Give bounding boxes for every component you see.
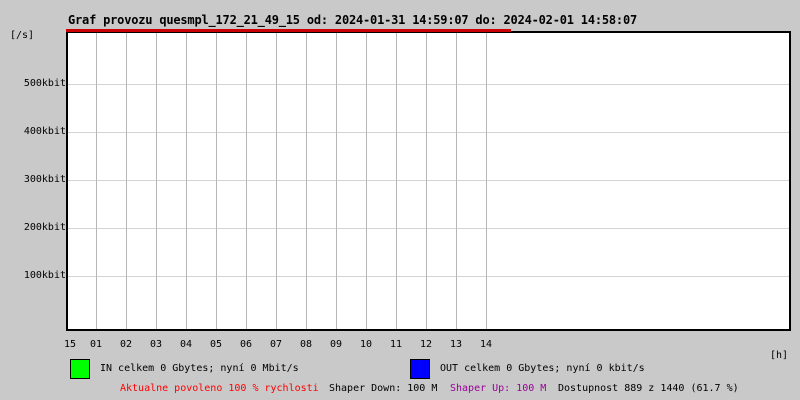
chart-title: Graf provozu quesmpl_172_21_49_15 od: 20… — [68, 13, 637, 27]
y-tick-label: 500kbit — [23, 78, 66, 89]
x-tick-label: 03 — [149, 339, 163, 350]
availability-bar — [66, 29, 511, 32]
v-gridline — [486, 33, 487, 329]
x-tick-label: 06 — [239, 339, 253, 350]
shaper-up-label: Shaper Up: 100 M — [450, 383, 547, 394]
h-gridline — [68, 132, 789, 133]
v-gridline — [96, 33, 97, 329]
shaper-down-label: Shaper Down: 100 M — [329, 383, 438, 394]
v-gridline — [276, 33, 277, 329]
x-tick-label: 04 — [179, 339, 193, 350]
h-gridline — [68, 276, 789, 277]
x-axis-unit-label: [h] — [769, 350, 788, 361]
h-gridline — [68, 180, 789, 181]
y-tick-label: 400kbit — [23, 126, 66, 137]
x-tick-label: 15 — [63, 339, 77, 350]
x-tick-label: 05 — [209, 339, 223, 350]
x-tick-label: 07 — [269, 339, 283, 350]
v-gridline — [396, 33, 397, 329]
x-tick-label: 08 — [299, 339, 313, 350]
h-gridline — [68, 228, 789, 229]
availability-label: Dostupnost 889 z 1440 (61.7 %) — [558, 383, 739, 394]
v-gridline — [456, 33, 457, 329]
plot-area — [66, 31, 791, 331]
x-tick-label: 10 — [359, 339, 373, 350]
x-tick-label: 12 — [419, 339, 433, 350]
v-gridline — [306, 33, 307, 329]
v-gridline — [336, 33, 337, 329]
h-gridline — [68, 84, 789, 85]
x-tick-label: 11 — [389, 339, 403, 350]
x-tick-label: 01 — [89, 339, 103, 350]
allowed-speed-label: Aktualne povoleno 100 % rychlosti — [120, 383, 319, 394]
y-tick-label: 300kbit — [23, 174, 66, 185]
y-tick-label: 100kbit — [23, 270, 66, 281]
v-gridline — [246, 33, 247, 329]
v-gridline — [156, 33, 157, 329]
x-tick-label: 14 — [479, 339, 493, 350]
x-tick-label: 02 — [119, 339, 133, 350]
in-legend-swatch — [70, 359, 90, 379]
y-axis-unit-label: [/s] — [10, 30, 35, 41]
v-gridline — [216, 33, 217, 329]
v-gridline — [186, 33, 187, 329]
out-legend-label: OUT celkem 0 Gbytes; nyní 0 kbit/s — [440, 363, 645, 374]
traffic-graph-page: Graf provozu quesmpl_172_21_49_15 od: 20… — [0, 0, 800, 400]
x-tick-label: 09 — [329, 339, 343, 350]
v-gridline — [426, 33, 427, 329]
x-tick-label: 13 — [449, 339, 463, 350]
v-gridline — [366, 33, 367, 329]
y-tick-label: 200kbit — [23, 222, 66, 233]
in-legend-label: IN celkem 0 Gbytes; nyní 0 Mbit/s — [100, 363, 299, 374]
out-legend-swatch — [410, 359, 430, 379]
v-gridline — [126, 33, 127, 329]
